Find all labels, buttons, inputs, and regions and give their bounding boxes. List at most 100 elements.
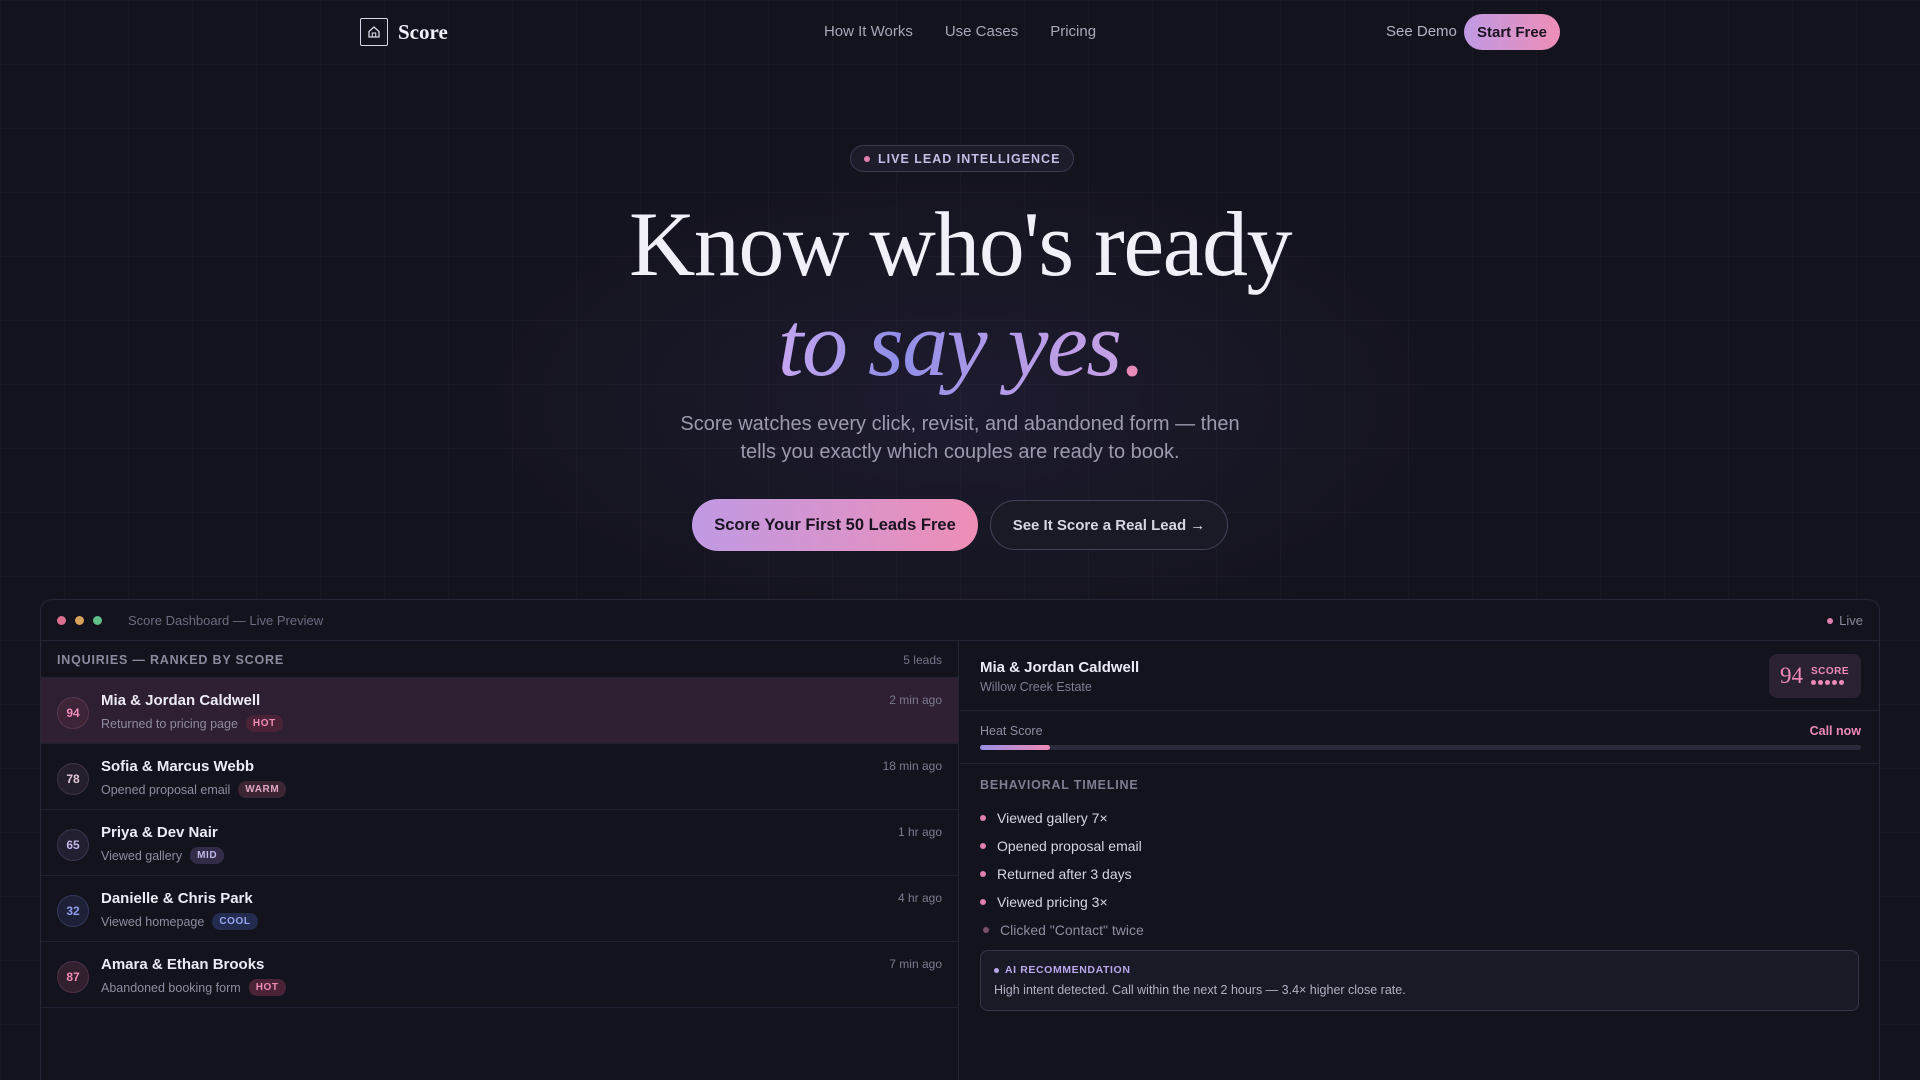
inquiries-title: INQUIRIES — RANKED BY SCORE	[57, 653, 284, 667]
headline-line2: to say yes.	[0, 294, 1920, 394]
detail-score-badge: 94 SCORE	[1769, 654, 1861, 698]
timeline-bullet-icon	[983, 927, 989, 933]
ai-recommendation-title: AI RECOMMENDATION	[994, 964, 1131, 976]
timeline-item: Opened proposal email	[980, 832, 1144, 860]
house-icon	[360, 18, 388, 46]
lead-tag: COOL	[212, 913, 258, 930]
lead-tag: MID	[190, 847, 225, 864]
lead-time: 1 hr ago	[897, 825, 942, 839]
lead-time: 18 min ago	[882, 759, 942, 773]
lead-name: Amara & Ethan Brooks	[101, 956, 265, 973]
lead-activity-text: Viewed homepage	[101, 914, 205, 929]
minimize-dot-icon	[75, 616, 84, 625]
timeline-item: Viewed pricing 3×	[980, 888, 1144, 916]
detail-venue: Willow Creek Estate	[980, 680, 1092, 694]
top-nav: Score How It Works Use Cases Pricing See…	[0, 0, 1920, 64]
nav-links: How It Works Use Cases Pricing	[0, 23, 1920, 40]
lead-time: 7 min ago	[889, 957, 942, 971]
detail-score-label: SCORE	[1811, 666, 1850, 677]
lead-tag: WARM	[238, 781, 287, 798]
see-demo-link[interactable]: See Demo	[1386, 23, 1457, 40]
headline-gradient-text: to say yes	[777, 293, 1122, 395]
heat-score-section: Heat Score Call now	[960, 711, 1879, 764]
brand-logo[interactable]: Score	[360, 18, 448, 46]
timeline-bullet-icon	[980, 843, 986, 849]
lead-row-0[interactable]: 94 Mia & Jordan Caldwell Returned to pri…	[41, 678, 958, 744]
timeline-item-text: Returned after 3 days	[997, 866, 1132, 882]
ai-dot-icon	[994, 967, 999, 973]
lead-tag: HOT	[248, 979, 286, 996]
dashboard-preview: Score Dashboard — Live Preview Live INQU…	[40, 599, 1880, 1080]
lead-row-1[interactable]: 78 Sofia & Marcus Webb Opened proposal e…	[41, 744, 958, 810]
see-real-lead-button[interactable]: See It Score a Real Lead →	[990, 500, 1228, 550]
lead-time: 4 hr ago	[897, 891, 942, 905]
nav-link-how-it-works[interactable]: How It Works	[824, 23, 913, 40]
score-dots-icon	[1811, 680, 1844, 685]
ai-recommendation-box: AI RECOMMENDATION High intent detected. …	[980, 950, 1859, 1011]
close-dot-icon	[57, 616, 66, 625]
timeline-item: Viewed gallery 7×	[980, 804, 1144, 832]
lead-activity: Opened proposal email WARM	[101, 781, 287, 798]
lead-score-badge: 78	[57, 763, 89, 795]
subtitle-line1: Score watches every click, revisit, and …	[680, 413, 1240, 435]
behavioral-timeline: Viewed gallery 7× Opened proposal email …	[980, 804, 1144, 944]
score-leads-cta-button[interactable]: Score Your First 50 Leads Free	[692, 499, 978, 551]
ai-recommendation-message: High intent detected. Call within the ne…	[994, 983, 1406, 997]
heat-score-fill	[980, 745, 1051, 750]
lead-score-badge: 94	[57, 697, 89, 729]
headline-period: .	[1120, 293, 1144, 395]
brand-name: Score	[398, 19, 448, 44]
dashboard-titlebar: Score Dashboard — Live Preview Live	[41, 600, 1879, 641]
lead-activity: Abandoned booking form HOT	[101, 979, 286, 996]
maximize-dot-icon	[93, 616, 102, 625]
lead-name: Priya & Dev Nair	[101, 824, 218, 841]
lead-detail-panel: Mia & Jordan Caldwell Willow Creek Estat…	[960, 641, 1879, 1080]
lead-activity-text: Opened proposal email	[101, 782, 231, 797]
lead-row-4[interactable]: 87 Amara & Ethan Brooks Abandoned bookin…	[41, 942, 958, 1008]
live-indicator: Live	[1827, 613, 1863, 628]
detail-score-value: 94	[1780, 663, 1803, 688]
lead-name: Danielle & Chris Park	[101, 890, 253, 907]
inquiries-header: INQUIRIES — RANKED BY SCORE 5 leads	[41, 641, 958, 678]
lead-score-badge: 32	[57, 895, 89, 927]
lead-row-2[interactable]: 65 Priya & Dev Nair Viewed gallery MID 1…	[41, 810, 958, 876]
lead-row-3[interactable]: 32 Danielle & Chris Park Viewed homepage…	[41, 876, 958, 942]
start-free-button[interactable]: Start Free	[1464, 14, 1560, 50]
hero-subtitle: Score watches every click, revisit, and …	[0, 410, 1920, 466]
lead-activity-text: Returned to pricing page	[101, 716, 238, 731]
ai-title-text: AI RECOMMENDATION	[1005, 964, 1131, 976]
timeline-item-text: Opened proposal email	[997, 838, 1142, 854]
lead-count: 5 leads	[903, 653, 942, 667]
live-dot-icon	[864, 155, 870, 162]
lead-activity: Viewed gallery MID	[101, 847, 225, 864]
lead-score-badge: 87	[57, 961, 89, 993]
heat-score-bar	[980, 745, 1861, 750]
headline-line1: Know who's ready	[628, 193, 1293, 295]
timeline-item: Returned after 3 days	[980, 860, 1144, 888]
timeline-item-text: Viewed gallery 7×	[997, 810, 1108, 826]
nav-link-pricing[interactable]: Pricing	[1050, 23, 1096, 40]
inquiries-list: INQUIRIES — RANKED BY SCORE 5 leads 94 M…	[41, 641, 959, 1080]
timeline-item-text: Viewed pricing 3×	[997, 894, 1108, 910]
nav-link-use-cases[interactable]: Use Cases	[945, 23, 1018, 40]
heat-score-label: Heat Score	[980, 724, 1043, 738]
timeline-item: Clicked "Contact" twice	[980, 916, 1144, 944]
live-badge: LIVE LEAD INTELLIGENCE	[850, 145, 1075, 172]
lead-activity: Returned to pricing page HOT	[101, 715, 283, 732]
timeline-bullet-icon	[980, 871, 986, 877]
lead-activity-text: Abandoned booking form	[101, 980, 241, 995]
lead-detail-header: Mia & Jordan Caldwell Willow Creek Estat…	[960, 641, 1879, 711]
call-now-action[interactable]: Call now	[1810, 724, 1861, 738]
live-label: Live	[1839, 613, 1863, 628]
live-status-icon	[1827, 617, 1834, 624]
lead-name: Mia & Jordan Caldwell	[101, 692, 261, 709]
badge-label: LIVE LEAD INTELLIGENCE	[878, 151, 1061, 166]
lead-name: Sofia & Marcus Webb	[101, 758, 255, 775]
timeline-item-text: Clicked "Contact" twice	[1000, 922, 1144, 938]
timeline-header: BEHAVIORAL TIMELINE	[980, 778, 1139, 792]
lead-activity: Viewed homepage COOL	[101, 913, 258, 930]
lead-activity-text: Viewed gallery	[101, 848, 183, 863]
lead-time: 2 min ago	[889, 693, 942, 707]
timeline-bullet-icon	[980, 815, 986, 821]
dashboard-window-title: Score Dashboard — Live Preview	[128, 613, 324, 628]
